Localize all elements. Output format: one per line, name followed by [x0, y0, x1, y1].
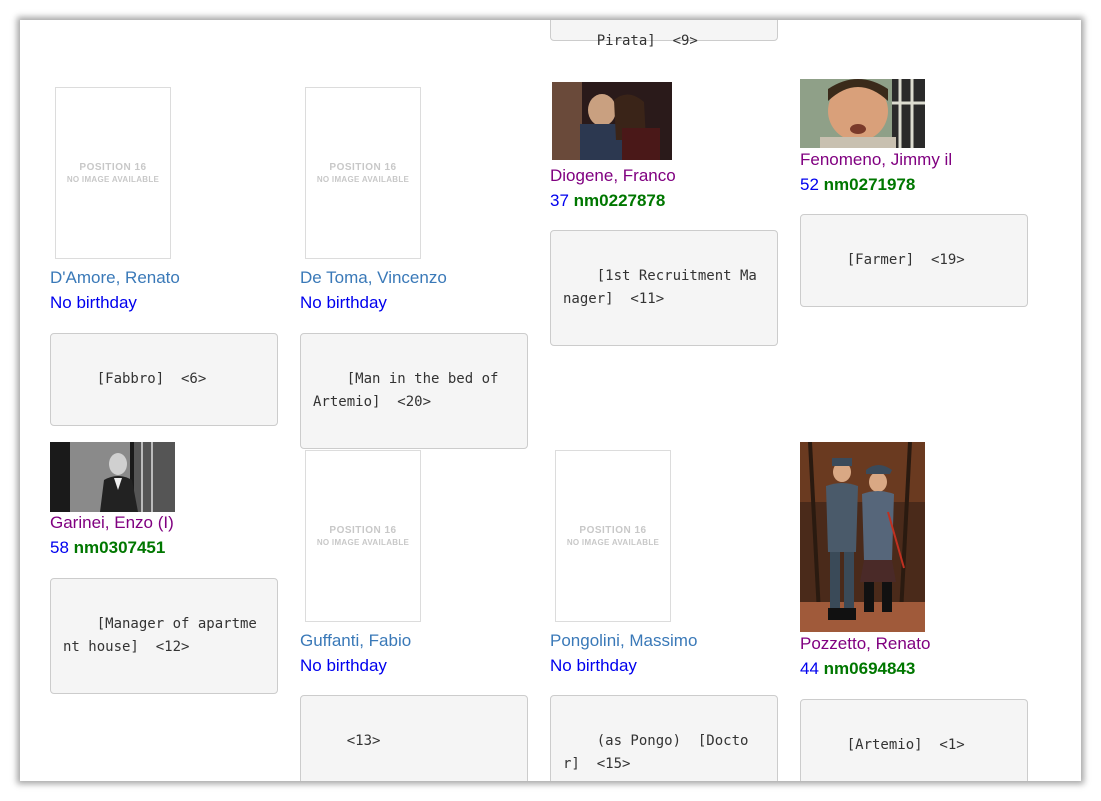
actor-photo[interactable] [550, 80, 674, 162]
role-box: [1st Recruitment Manager] <11> [550, 230, 778, 346]
cast-name-link[interactable]: Garinei, Enzo (I) [50, 513, 174, 533]
role-box: [Fabbro] <6> [50, 333, 278, 426]
age-text: 44 [800, 659, 819, 678]
no-image-placeholder: POSITION 16 NO IMAGE AVAILABLE [55, 87, 171, 259]
no-image-placeholder: POSITION 16 NO IMAGE AVAILABLE [305, 450, 421, 622]
birthday-text: No birthday [300, 656, 387, 675]
role-box: <13> [300, 695, 528, 781]
age-and-id: 52 nm0271978 [800, 175, 915, 195]
actor-photo[interactable] [50, 442, 175, 512]
age-text: 58 [50, 538, 69, 557]
actor-photo[interactable] [800, 442, 925, 632]
birthday-text: No birthday [300, 293, 387, 312]
birthday-text: No birthday [50, 293, 137, 312]
imdb-id[interactable]: nm0694843 [824, 659, 916, 678]
age-and-id: 44 nm0694843 [800, 659, 915, 679]
imdb-id[interactable]: nm0227878 [574, 191, 666, 210]
role-box: [Man in the bed of Artemio] <20> [300, 333, 528, 449]
role-box: [Manager of apartment house] <12> [50, 578, 278, 694]
cast-name-link[interactable]: D'Amore, Renato [50, 268, 180, 288]
cast-name-link[interactable]: De Toma, Vincenzo [300, 268, 447, 288]
birthday-text: No birthday [550, 656, 637, 675]
imdb-id[interactable]: nm0307451 [74, 538, 166, 557]
age-text: 52 [800, 175, 819, 194]
role-box: [Artemio] <1> [800, 699, 1028, 781]
page-frame: Pirata] <9> POSITION 16 NO IMAGE AVAILAB… [20, 20, 1081, 781]
imdb-id[interactable]: nm0271978 [824, 175, 916, 194]
cast-name-link[interactable]: Pozzetto, Renato [800, 634, 930, 654]
age-and-id: 37 nm0227878 [550, 191, 665, 211]
role-box: (as Pongo) [Doctor] <15> [550, 695, 778, 781]
no-image-placeholder: POSITION 16 NO IMAGE AVAILABLE [555, 450, 671, 622]
age-and-id: 58 nm0307451 [50, 538, 165, 558]
cast-name-link[interactable]: Fenomeno, Jimmy il [800, 150, 952, 170]
cast-name-link[interactable]: Pongolini, Massimo [550, 631, 697, 651]
role-box-partial: Pirata] <9> [550, 20, 778, 49]
cast-name-link[interactable]: Guffanti, Fabio [300, 631, 411, 651]
no-image-placeholder: POSITION 16 NO IMAGE AVAILABLE [305, 87, 421, 259]
role-text: Pirata] <9> [596, 33, 698, 49]
age-text: 37 [550, 191, 569, 210]
cast-name-link[interactable]: Diogene, Franco [550, 166, 676, 186]
actor-photo[interactable] [800, 79, 925, 148]
role-box: [Farmer] <19> [800, 214, 1028, 307]
